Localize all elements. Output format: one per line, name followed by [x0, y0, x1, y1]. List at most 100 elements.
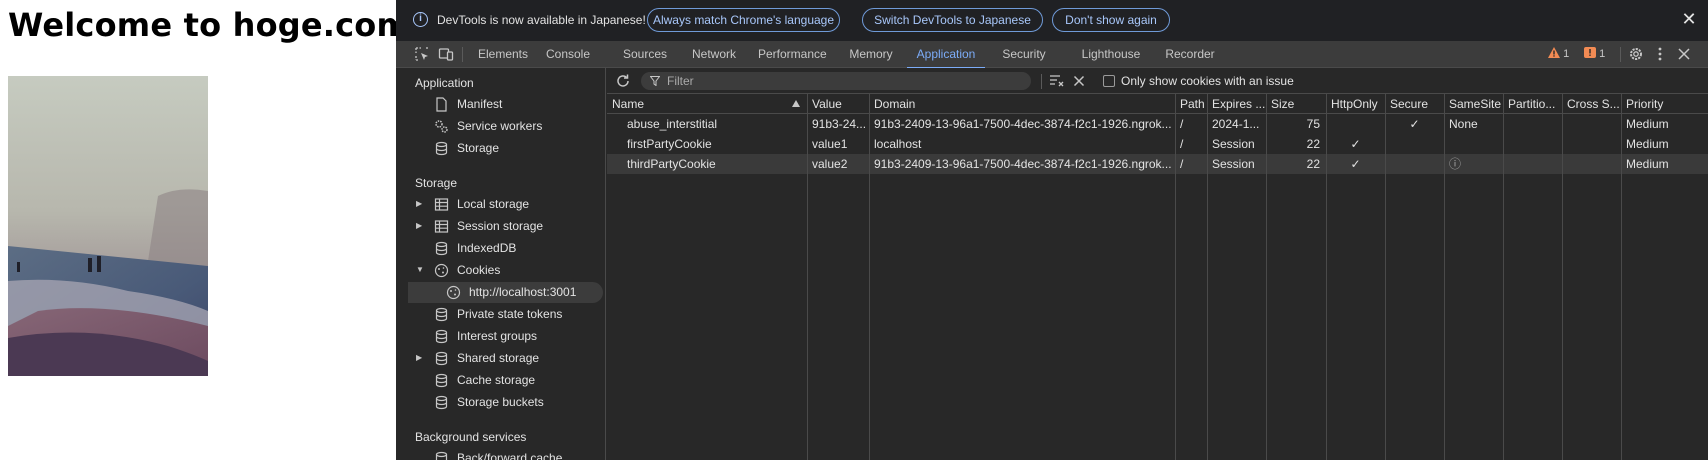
column-header-samesite[interactable]: SameSite — [1444, 94, 1503, 114]
cell-name: abuse_interstitial — [627, 117, 718, 131]
sidebar-item-storage[interactable]: Storage — [396, 138, 605, 159]
issues-badge[interactable]: 1 — [1584, 47, 1605, 62]
sidebar-item-indexeddb[interactable]: IndexedDB — [396, 238, 605, 259]
always-match-language-button[interactable]: Always match Chrome's language — [647, 8, 840, 32]
tab-memory[interactable]: Memory — [847, 41, 895, 68]
switch-to-japanese-button[interactable]: Switch DevTools to Japanese — [862, 8, 1043, 32]
sidebar-item-cookies[interactable]: ▼ Cookies — [396, 260, 605, 281]
expand-arrow-icon[interactable]: ▶ — [416, 199, 426, 209]
tab-sources[interactable]: Sources — [622, 41, 668, 68]
cookie-icon — [446, 285, 461, 300]
cell-size: 75 — [1306, 117, 1320, 131]
column-header-partition-key[interactable]: Partitio... — [1503, 94, 1562, 114]
column-header-path[interactable]: Path — [1175, 94, 1207, 114]
column-header-cross-site[interactable]: Cross S... — [1562, 94, 1621, 114]
sidebar-section-application: Application — [415, 76, 474, 90]
cell-samesite: None — [1449, 117, 1478, 131]
sidebar-item-back-forward-cache[interactable]: Back/forward cache — [396, 448, 605, 460]
sort-ascending-icon[interactable] — [792, 100, 800, 107]
cell-cross-site — [1562, 114, 1621, 134]
warnings-badge[interactable]: 1 — [1548, 47, 1569, 62]
gear-icon[interactable] — [1628, 46, 1644, 62]
sidebar-item-local-storage[interactable]: ▶ Local storage — [396, 194, 605, 215]
cell-partition-key — [1503, 134, 1562, 154]
table-row-selected[interactable]: thirdPartyCookie value2 91b3-2409-13-96a… — [607, 154, 1708, 174]
tab-network[interactable]: Network — [689, 41, 739, 68]
tab-performance[interactable]: Performance — [758, 41, 827, 68]
refresh-icon[interactable] — [615, 73, 631, 89]
sidebar-item-session-storage[interactable]: ▶ Session storage — [396, 216, 605, 237]
tab-elements[interactable]: Elements — [476, 41, 530, 68]
sidebar-item-private-state-tokens[interactable]: Private state tokens — [396, 304, 605, 325]
inspect-element-icon[interactable] — [414, 46, 430, 62]
column-header-httponly[interactable]: HttpOnly — [1326, 94, 1385, 114]
collapse-arrow-icon[interactable]: ▼ — [416, 265, 426, 275]
cell-domain: 91b3-2409-13-96a1-7500-4dec-3874-f2c1-19… — [874, 157, 1172, 171]
table-row[interactable]: abuse_interstitial 91b3-24... 91b3-2409-… — [607, 114, 1708, 134]
warning-icon — [1548, 47, 1560, 58]
cell-priority: Medium — [1626, 117, 1669, 131]
column-divider[interactable] — [1175, 94, 1176, 460]
filter-placeholder: Filter — [667, 74, 694, 88]
close-devtools-icon[interactable] — [1676, 46, 1692, 62]
column-header-value[interactable]: Value — [807, 94, 869, 114]
sidebar-item-service-workers[interactable]: Service workers — [396, 116, 605, 137]
cell-samesite-info-icon[interactable]: ⓘ — [1444, 154, 1503, 174]
only-issues-label: Only show cookies with an issue — [1121, 74, 1294, 88]
close-icon[interactable]: ✕ — [1680, 10, 1698, 28]
column-header-size[interactable]: Size — [1266, 94, 1326, 114]
expand-arrow-icon[interactable]: ▶ — [416, 221, 426, 231]
column-divider[interactable] — [1385, 94, 1386, 460]
tab-application[interactable]: Application — [907, 41, 985, 69]
column-divider[interactable] — [869, 94, 870, 460]
column-divider[interactable] — [807, 94, 808, 460]
issues-count: 1 — [1599, 48, 1606, 60]
column-divider[interactable] — [1444, 94, 1445, 460]
expand-arrow-icon[interactable]: ▶ — [416, 353, 426, 363]
sidebar-item-storage-buckets[interactable]: Storage buckets — [396, 392, 605, 413]
sidebar-item-interest-groups[interactable]: Interest groups — [396, 326, 605, 347]
column-divider[interactable] — [1266, 94, 1267, 460]
more-options-icon[interactable] — [1652, 46, 1668, 62]
column-divider[interactable] — [1326, 94, 1327, 460]
cell-httponly — [1326, 114, 1385, 134]
sidebar-item-cache-storage[interactable]: Cache storage — [396, 370, 605, 391]
only-issues-checkbox[interactable] — [1103, 75, 1115, 87]
column-header-secure[interactable]: Secure — [1385, 94, 1444, 114]
cell-path: / — [1180, 157, 1184, 171]
cell-secure: ✓ — [1409, 117, 1420, 131]
column-divider[interactable] — [1207, 94, 1208, 460]
dont-show-again-button[interactable]: Don't show again — [1052, 8, 1170, 32]
table-row[interactable]: firstPartyCookie value1 localhost / Sess… — [607, 134, 1708, 154]
device-toolbar-icon[interactable] — [438, 46, 454, 62]
cell-httponly: ✓ — [1350, 157, 1361, 171]
sidebar-item-cookie-origin[interactable]: http://localhost:3001 — [408, 282, 603, 303]
column-divider[interactable] — [1503, 94, 1504, 460]
column-header-domain[interactable]: Domain — [869, 94, 1175, 114]
tab-lighthouse[interactable]: Lighthouse — [1080, 41, 1142, 68]
sidebar-section-background-services: Background services — [415, 430, 527, 444]
tab-console[interactable]: Console — [544, 41, 592, 68]
clear-filtered-icon[interactable] — [1049, 74, 1065, 88]
cookies-toolbar: Filter Only show cookies with an issue — [607, 68, 1708, 94]
tab-recorder[interactable]: Recorder — [1164, 41, 1216, 68]
sidebar-item-shared-storage[interactable]: ▶ Shared storage — [396, 348, 605, 369]
column-header-label: Name — [612, 97, 645, 111]
sidebar-item-label: Cookies — [457, 263, 501, 277]
tab-security[interactable]: Security — [1000, 41, 1048, 68]
cookies-panel: Filter Only show cookies with an issue N… — [607, 68, 1708, 460]
column-header-priority[interactable]: Priority — [1621, 94, 1708, 114]
column-divider[interactable] — [1621, 94, 1622, 460]
sidebar-item-manifest[interactable]: Manifest — [396, 94, 605, 115]
cell-size: 22 — [1306, 157, 1320, 171]
cell-value: value1 — [812, 137, 848, 151]
filter-input[interactable]: Filter — [641, 72, 1031, 90]
delete-all-icon[interactable] — [1073, 75, 1085, 87]
cell-value: value2 — [812, 157, 848, 171]
column-divider[interactable] — [1562, 94, 1563, 460]
column-header-expires[interactable]: Expires ... — [1207, 94, 1266, 114]
column-header-name[interactable]: Name — [607, 94, 807, 114]
cell-cross-site — [1562, 154, 1621, 174]
table-header: Name Value Domain Path Expires ... Size … — [607, 94, 1708, 114]
sidebar-item-label: http://localhost:3001 — [469, 285, 577, 299]
